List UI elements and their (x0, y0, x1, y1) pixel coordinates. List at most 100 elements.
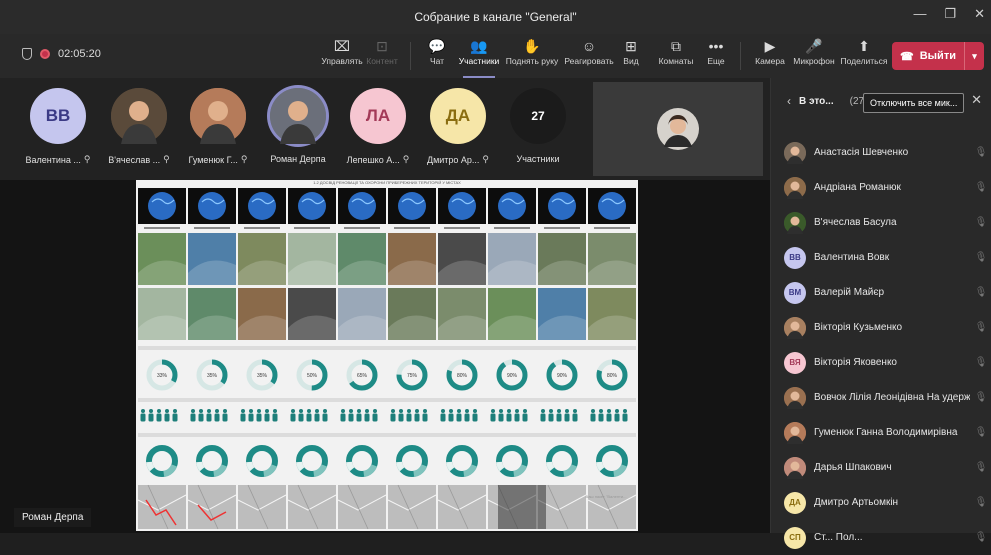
leave-button[interactable]: ☎ Выйти ▾ (892, 42, 984, 70)
donut-label: 90% (507, 373, 518, 379)
toolbar-label: Микрофон (793, 56, 835, 66)
globe-icon (498, 192, 526, 220)
close-icon[interactable]: ✕ (971, 92, 982, 108)
minimize-icon[interactable]: — (913, 6, 926, 22)
slide-label (144, 227, 180, 229)
more-participants-button[interactable]: 27 Участники (498, 88, 578, 174)
person-icon (349, 409, 353, 413)
person-icon (264, 413, 270, 422)
slide-label (544, 227, 580, 229)
person-icon (506, 413, 512, 422)
person-icon (265, 409, 269, 413)
person-icon (541, 409, 545, 413)
mic-off-icon[interactable]: 🎙 (970, 392, 991, 403)
participant-row[interactable]: Дарья Шпакович 🎙 (771, 450, 991, 485)
participant-card[interactable]: Гуменюк Г... ⚲ (178, 88, 258, 174)
slide-watermark: Ваш пакет "Валенти... (586, 494, 627, 499)
person-icon (390, 413, 396, 422)
person-icon (373, 409, 377, 413)
person-icon (173, 409, 177, 413)
globe-icon (298, 192, 326, 220)
toolbar-label: Контент (366, 56, 398, 66)
person-icon (348, 413, 354, 422)
participant-row[interactable]: ВМ Валерій Майєр 🎙 (771, 275, 991, 310)
view-button[interactable]: ⊞ Вид (607, 36, 655, 76)
slide-section-header (138, 398, 636, 402)
mic-off-icon[interactable]: 🎙 (970, 532, 991, 543)
person-icon (556, 413, 562, 422)
slide-label (244, 227, 280, 229)
participant-row[interactable]: ДА Дмитро Артьомкін 🎙 (771, 485, 991, 520)
shared-screen[interactable]: 1.2 ДОСВІД РЕНОВАЦІЇ ТА ОХОРОНИ ПРИБЕРЕЖ… (0, 180, 770, 533)
participant-video (657, 108, 699, 150)
mic-off-icon[interactable]: 🎙 (970, 217, 991, 228)
person-icon (249, 409, 253, 413)
person-icon (241, 409, 245, 413)
raise-hand-button[interactable]: ✋ Поднять руку (503, 36, 561, 76)
participant-row[interactable]: В'ячеслав Басула 🎙 (771, 205, 991, 240)
participant-name: Валентина Вовк (814, 252, 890, 263)
divider (410, 42, 411, 70)
participant-card[interactable]: В'ячеслав ... ⚲ (99, 88, 179, 174)
mic-off-icon[interactable]: 🎙 (970, 147, 991, 158)
person-icon (164, 413, 170, 422)
person-icon (206, 413, 212, 422)
avatar (784, 316, 806, 339)
mic-off-icon[interactable]: 🎙 (970, 497, 991, 508)
person-icon (565, 409, 569, 413)
toolbar-label: Чат (429, 56, 445, 66)
close-icon[interactable]: ✕ (974, 6, 985, 22)
mic-off-icon[interactable]: 🎙 (970, 182, 991, 193)
person-icon (165, 409, 169, 413)
participant-card[interactable]: ЛА Лепешко А... ⚲ (338, 88, 418, 174)
meeting-timer: 02:05:20 (22, 48, 101, 60)
mic-off-icon[interactable]: 🎙 (970, 462, 991, 473)
slide-map (588, 485, 636, 529)
microphone-button[interactable]: 🎤 Микрофон (790, 36, 838, 76)
mic-off-icon[interactable]: 🎙 (970, 357, 991, 368)
mic-off-icon[interactable]: 🎙 (970, 322, 991, 333)
person-icon (141, 409, 145, 413)
person-icon (340, 413, 346, 422)
toolbar-label: Вид (623, 56, 639, 66)
participant-row[interactable]: Андріана Романюк 🎙 (771, 170, 991, 205)
video-tile[interactable] (593, 82, 763, 176)
participant-card[interactable]: ВВ Валентина ... ⚲ (18, 88, 98, 174)
donut-label: 50% (307, 373, 318, 379)
mic-off-icon[interactable]: 🎙 (970, 427, 991, 438)
mic-off-icon[interactable]: 🎙 (970, 287, 991, 298)
maximize-icon[interactable]: ❐ (944, 6, 956, 22)
person-icon (472, 413, 478, 422)
chevron-down-icon[interactable]: ▾ (964, 42, 984, 70)
person-icon (357, 409, 361, 413)
mute-all-button[interactable]: Отключить все мик... (863, 93, 965, 113)
person-icon (149, 409, 153, 413)
chat-button[interactable]: 💬 Чат (413, 36, 461, 76)
participant-row[interactable]: ВВ Валентина Вовк 🎙 (771, 240, 991, 275)
donut-label: 33% (157, 373, 168, 379)
participant-row[interactable]: Вовчок Лілія Леонідівна На удержании🎙 (771, 380, 991, 415)
person-icon (591, 409, 595, 413)
participant-row[interactable]: СП Ст... Пол... 🎙 (771, 520, 991, 555)
share-button[interactable]: ⬆ Поделиться (835, 36, 893, 76)
toolbar-label: Участники (458, 56, 500, 66)
person-icon (257, 409, 261, 413)
participant-card[interactable]: ДА Дмитро Ар... ⚲ (418, 88, 498, 174)
person-icon (272, 413, 278, 422)
participant-name: Вікторія Яковенко (814, 357, 897, 368)
person-icon (356, 413, 362, 422)
person-icon (548, 413, 554, 422)
slide-label (494, 227, 530, 229)
mic-off-icon[interactable]: 🎙 (970, 252, 991, 263)
more-button[interactable]: ••• Еще (692, 36, 740, 76)
participant-card[interactable]: Роман Дерпа (258, 88, 338, 174)
participant-row[interactable]: Вікторія Кузьменко 🎙 (771, 310, 991, 345)
participants-button[interactable]: 👥 Участники (455, 36, 503, 78)
participant-name: Анастасія Шевченко (814, 147, 909, 158)
chevron-left-icon[interactable]: ‹ (787, 94, 791, 108)
participant-row[interactable]: Анастасія Шевченко 🎙 (771, 135, 991, 170)
participant-row[interactable]: ВЯ Вікторія Яковенко 🎙 (771, 345, 991, 380)
participant-row[interactable]: Гуменюк Ганна Володимирівна 🎙 (771, 415, 991, 450)
camera-off-button[interactable]: ▶ Камера (746, 36, 794, 76)
person-icon (564, 413, 570, 422)
